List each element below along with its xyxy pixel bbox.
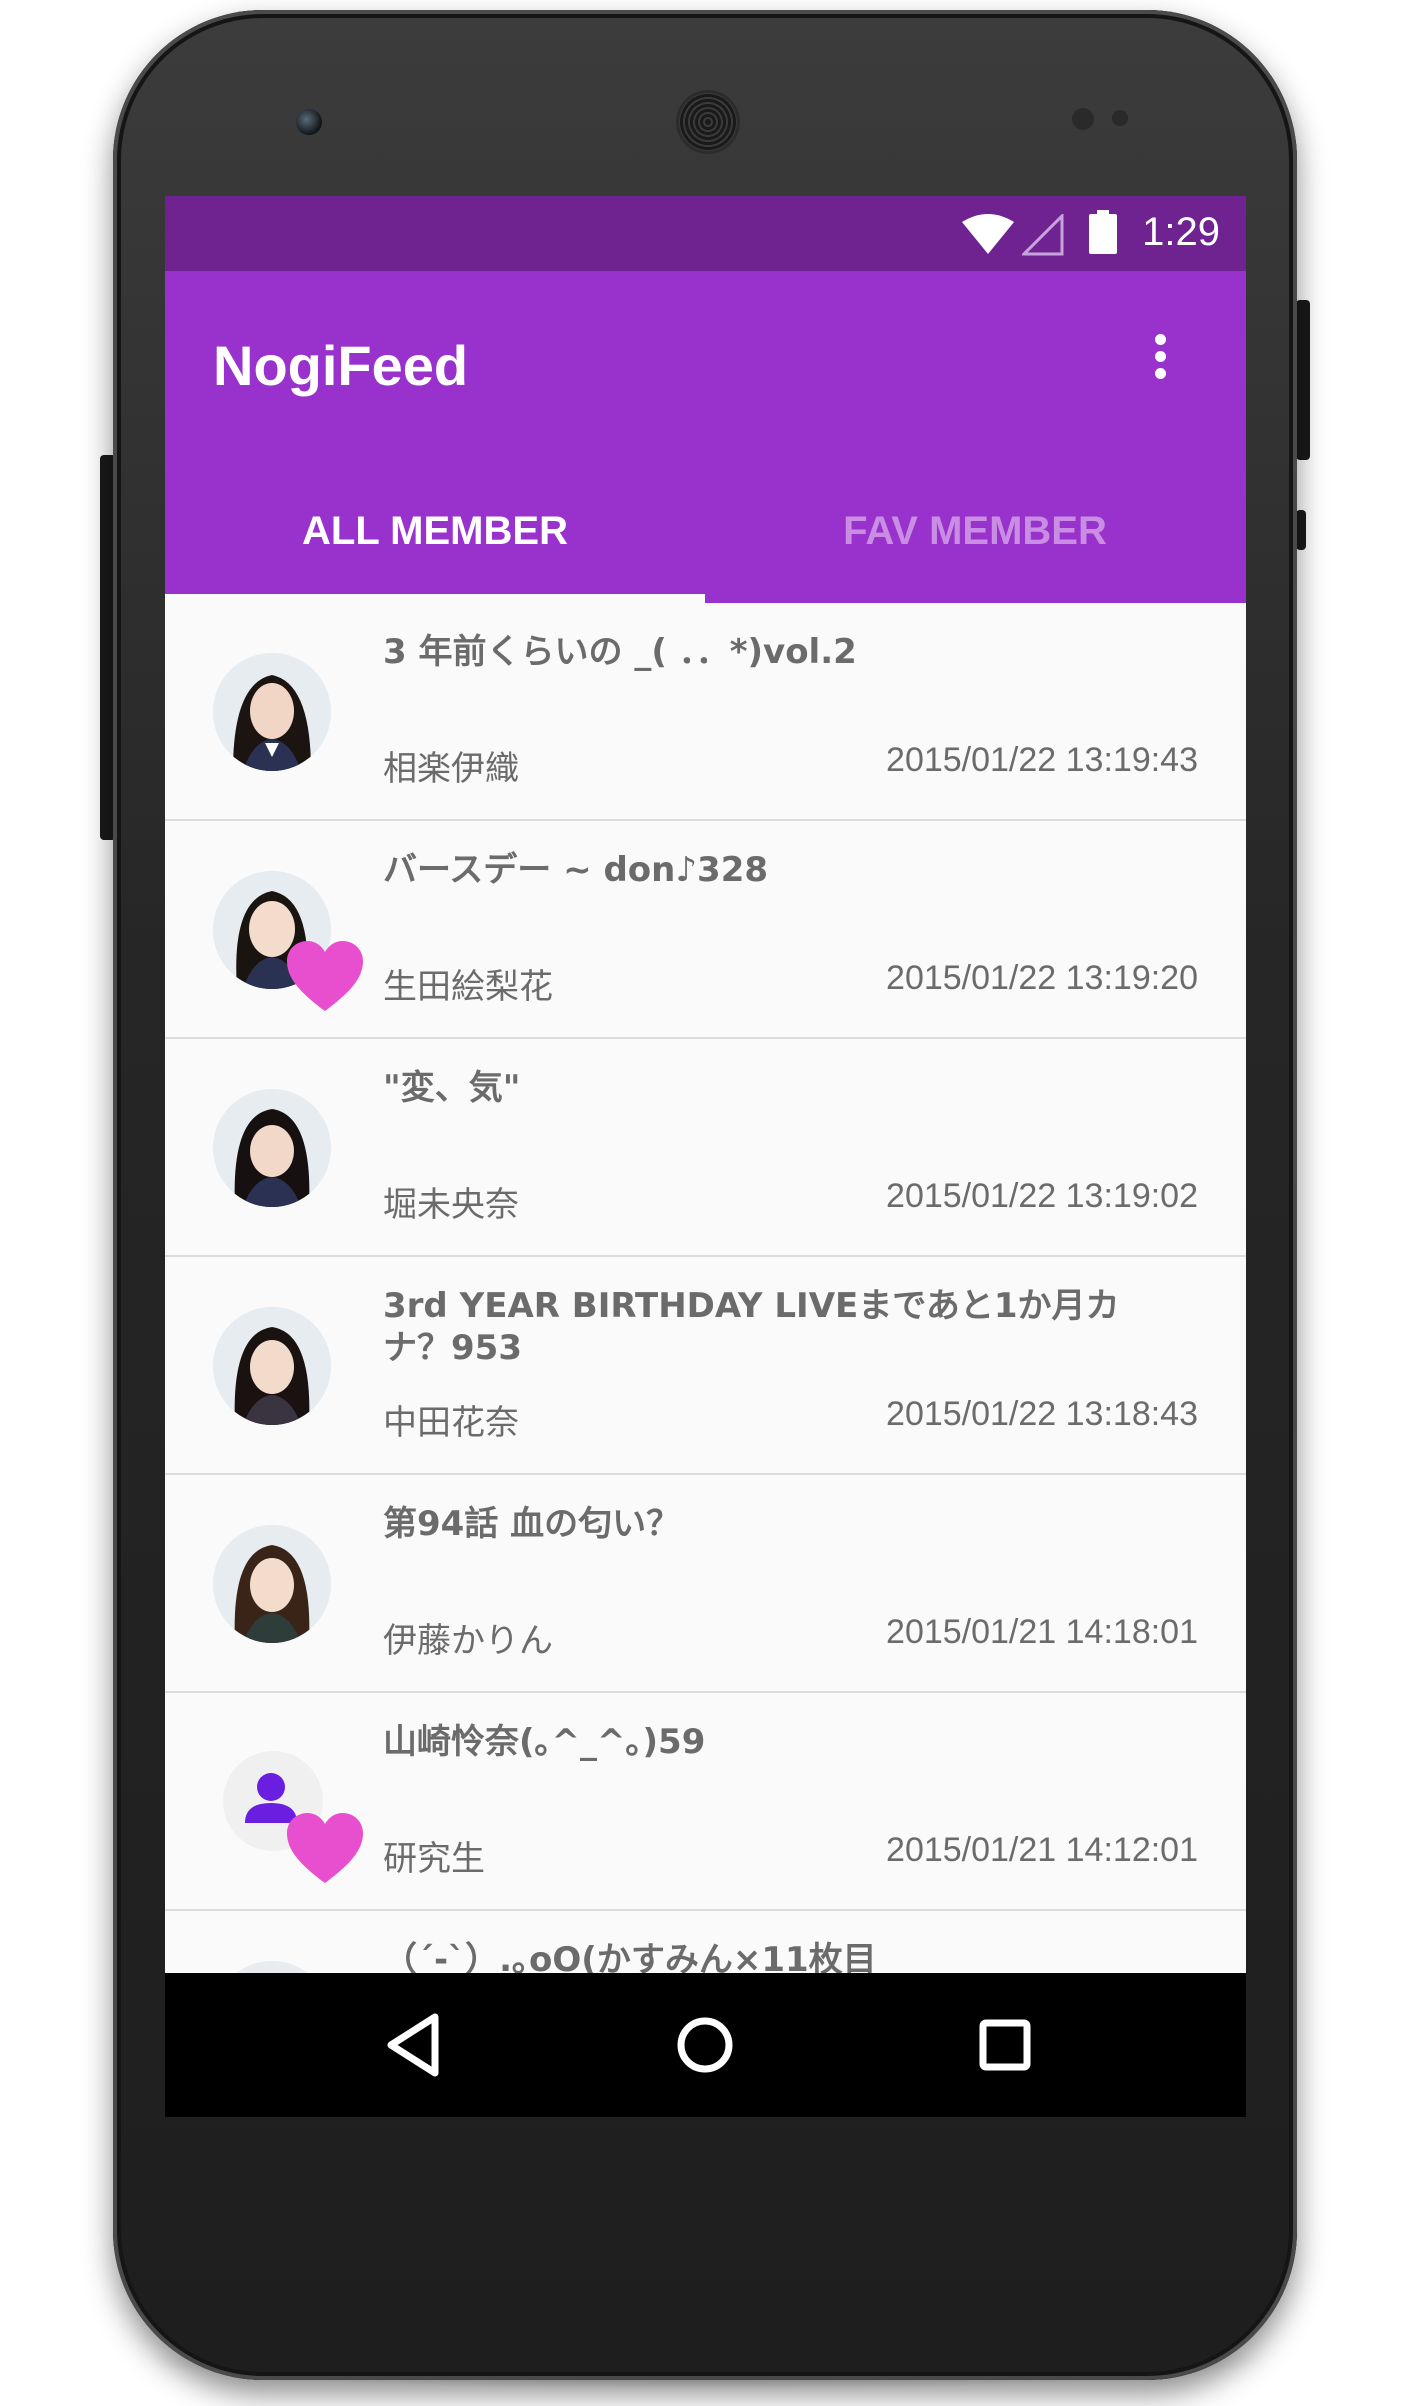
member-avatar <box>213 1525 331 1643</box>
post-date: 2015/01/21 14:12:01 <box>886 1831 1198 1869</box>
tab-bar: ALL MEMBER FAV MEMBER <box>165 471 1246 591</box>
member-name: 相楽伊織 <box>383 749 519 789</box>
screen: 1:29 NogiFeed ALL MEMBER FAV MEMBER 3 年前… <box>165 196 1246 2117</box>
post-title: バースデー ~ don♪328 <box>383 850 769 890</box>
favorite-heart-icon[interactable] <box>285 941 365 1013</box>
home-icon[interactable] <box>667 2007 743 2083</box>
post-date: 2015/01/21 14:18:01 <box>886 1613 1198 1651</box>
post-title: 3rd YEAR BIRTHDAY LIVEまであと1か月カナ？953 <box>383 1286 1120 1368</box>
earpiece-speaker <box>676 90 740 154</box>
cell-signal-icon <box>1022 214 1064 256</box>
member-name: 堀未央奈 <box>383 1185 519 1225</box>
member-avatar <box>213 1307 331 1425</box>
post-title: "変、気" <box>383 1068 521 1108</box>
post-title: 3 年前くらいの _( ．．*)vol.2 <box>383 632 857 672</box>
post-date: 2015/01/22 13:19:20 <box>886 959 1198 997</box>
wifi-icon <box>962 214 1014 254</box>
tab-all-member[interactable]: ALL MEMBER <box>165 471 705 591</box>
favorite-heart-icon[interactable] <box>285 1813 365 1885</box>
back-icon[interactable] <box>377 2007 453 2083</box>
feed-item[interactable]: "変、気" 堀未央奈 2015/01/22 13:19:02 <box>165 1039 1246 1257</box>
app-title: NogiFeed <box>213 334 469 397</box>
feed-item[interactable]: 3 年前くらいの _( ．．*)vol.2 相楽伊織 2015/01/22 13… <box>165 603 1246 821</box>
light-sensor <box>1112 110 1128 126</box>
post-date: 2015/01/22 13:19:02 <box>886 1177 1198 1215</box>
feed-item[interactable]: 第94話 血の匂い？ 伊藤かりん 2015/01/21 14:18:01 <box>165 1475 1246 1693</box>
navigation-bar <box>165 1973 1246 2117</box>
front-camera <box>296 109 322 135</box>
feed-item[interactable]: 山崎怜奈(｡^_^｡)59 研究生 2015/01/21 14:12:01 <box>165 1693 1246 1911</box>
battery-icon <box>1089 210 1117 254</box>
member-name: 伊藤かりん <box>383 1621 553 1661</box>
tab-indicator <box>165 594 705 603</box>
status-time: 1:29 <box>1142 210 1220 254</box>
power-button <box>1296 300 1310 460</box>
recent-apps-icon[interactable] <box>967 2007 1043 2083</box>
post-title: 山崎怜奈(｡^_^｡)59 <box>383 1722 706 1762</box>
member-avatar <box>213 1089 331 1207</box>
tab-fav-member[interactable]: FAV MEMBER <box>705 471 1245 591</box>
feed-item[interactable]: 3rd YEAR BIRTHDAY LIVEまであと1か月カナ？953 中田花奈… <box>165 1257 1246 1475</box>
status-bar: 1:29 <box>165 196 1246 271</box>
post-date: 2015/01/22 13:18:43 <box>886 1395 1198 1433</box>
proximity-sensor <box>1072 108 1094 130</box>
member-name: 中田花奈 <box>383 1403 519 1443</box>
member-avatar <box>213 653 331 771</box>
member-name: 生田絵梨花 <box>383 967 553 1007</box>
member-name: 研究生 <box>383 1839 485 1879</box>
post-date: 2015/01/22 13:19:43 <box>886 741 1198 779</box>
side-button-small <box>1296 510 1306 550</box>
feed-list[interactable]: 3 年前くらいの _( ．．*)vol.2 相楽伊織 2015/01/22 13… <box>165 603 1246 2117</box>
feed-item[interactable]: バースデー ~ don♪328 生田絵梨花 2015/01/22 13:19:2… <box>165 821 1246 1039</box>
overflow-menu-icon[interactable] <box>1143 326 1179 386</box>
post-title: 第94話 血の匂い？ <box>383 1504 681 1544</box>
